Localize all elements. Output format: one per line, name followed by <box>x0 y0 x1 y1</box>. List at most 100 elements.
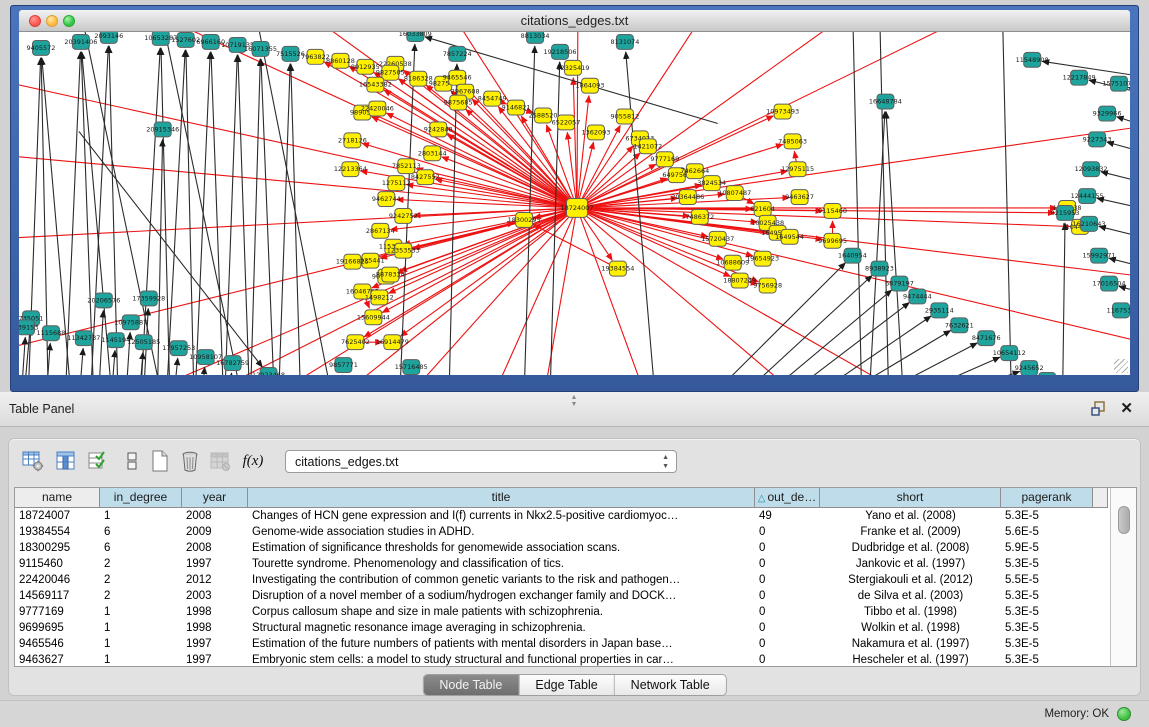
node-6879197[interactable]: 6879197 <box>885 276 914 291</box>
edge[interactable] <box>743 303 910 375</box>
table-select-icon[interactable] <box>86 448 112 474</box>
column-header-short[interactable]: short <box>820 488 1001 508</box>
selected-node-19654923[interactable]: 19654923 <box>746 251 779 266</box>
node-12093832[interactable]: 12093832 <box>1075 162 1108 177</box>
node-12217849[interactable]: 12217849 <box>1063 70 1096 85</box>
node-10975887[interactable]: 10975887 <box>114 315 147 330</box>
node-11342737[interactable]: 11342737 <box>67 331 100 346</box>
node-16033809[interactable]: 16033809 <box>399 32 432 41</box>
edge[interactable] <box>226 373 232 375</box>
node-2093146[interactable]: 2093146 <box>94 32 123 43</box>
network-window-titlebar[interactable]: citations_edges.txt <box>19 10 1130 32</box>
selected-node-2718126[interactable]: 2718126 <box>338 133 367 148</box>
table-row[interactable]: 911546021997Tourette syndrome. Phenomeno… <box>15 556 1110 572</box>
node-15992971[interactable]: 15992971 <box>1083 248 1116 263</box>
selected-node-9462744[interactable]: 9462744 <box>372 192 401 207</box>
column-header-in_degree[interactable]: in_degree <box>100 488 182 508</box>
node-7857224[interactable]: 7857224 <box>443 46 472 61</box>
table-column-icon[interactable] <box>53 448 79 474</box>
selected-node-19384554[interactable]: 19384554 <box>601 261 634 276</box>
edge[interactable] <box>705 275 872 375</box>
selected-edge[interactable] <box>59 208 577 375</box>
node-16648784[interactable]: 16648784 <box>869 94 902 109</box>
node-12505185[interactable]: 12505185 <box>127 335 160 350</box>
edge[interactable] <box>1101 172 1130 191</box>
edge[interactable] <box>1097 198 1130 216</box>
selected-node-9242752[interactable]: 9242752 <box>389 208 418 223</box>
selected-node-9115460[interactable]: 9115460 <box>818 204 847 219</box>
selected-edge[interactable] <box>577 32 1017 208</box>
selected-node-7625402[interactable]: 7625402 <box>341 335 370 350</box>
function-builder-icon[interactable]: f(x) <box>238 448 268 474</box>
node-1167533[interactable]: 1167533 <box>1107 303 1130 318</box>
selected-node-9055812[interactable]: 9055812 <box>610 109 639 124</box>
selected-edge[interactable] <box>573 78 577 208</box>
edge[interactable] <box>1099 226 1130 245</box>
edge[interactable] <box>161 48 171 375</box>
edge[interactable] <box>852 32 862 375</box>
column-header-title[interactable]: title <box>248 488 755 508</box>
scrollbar-thumb[interactable] <box>1118 506 1130 534</box>
table-selector-dropdown[interactable]: citations_edges.txt ▲▼ <box>285 450 677 473</box>
close-panel-icon[interactable]: ✕ <box>1120 399 1133 417</box>
column-header-year[interactable]: year <box>182 488 248 508</box>
network-canvas[interactable]: 1872400718300295193845547963822886012889… <box>19 32 1130 375</box>
node-15716485[interactable]: 15716485 <box>395 360 428 375</box>
node-20391406[interactable]: 20391406 <box>64 34 97 49</box>
selected-node-9756928[interactable]: 9756928 <box>753 278 782 293</box>
edge[interactable] <box>1062 223 1065 375</box>
edge[interactable] <box>238 55 251 375</box>
table-row[interactable]: 946554611997Estimation of the future num… <box>15 636 1110 652</box>
edge[interactable] <box>19 337 25 375</box>
rows-icon[interactable] <box>119 448 145 474</box>
column-header-pagerank[interactable]: pagerank <box>1001 488 1093 508</box>
node-9329966[interactable]: 9329966 <box>1093 106 1122 121</box>
edge[interactable] <box>812 343 978 375</box>
edge[interactable] <box>278 64 291 375</box>
node-9857771[interactable]: 9857771 <box>329 358 358 373</box>
table-row[interactable]: 969969511998Structural magnetic resonanc… <box>15 620 1110 636</box>
table-row[interactable]: 2242004622012Investigating the contribut… <box>15 572 1110 588</box>
node-1145194[interactable]: 1145194 <box>101 333 130 348</box>
new-column-icon[interactable] <box>147 448 173 474</box>
selected-node-621604[interactable]: 621604 <box>750 202 775 217</box>
node-1640954[interactable]: 1640954 <box>838 248 867 263</box>
column-header-filler[interactable] <box>1093 488 1108 508</box>
selected-node-15609944[interactable]: 15609944 <box>357 310 390 325</box>
selected-node-12213364[interactable]: 12213364 <box>334 162 367 177</box>
selected-node-7485063[interactable]: 7485063 <box>778 134 807 149</box>
pane-divider-grip[interactable]: ▲▼ <box>567 394 581 401</box>
delete-column-icon[interactable] <box>177 448 203 474</box>
selected-edge[interactable] <box>577 96 589 208</box>
edge[interactable] <box>1002 32 1012 375</box>
node-9405572[interactable]: 9405572 <box>27 40 56 55</box>
edge[interactable] <box>765 316 931 375</box>
selected-node-7852113[interactable]: 7852113 <box>392 159 421 174</box>
table-row[interactable]: 1872400712008Changes of HCN gene express… <box>15 508 1110 524</box>
edge[interactable] <box>1119 286 1130 302</box>
node-8938923[interactable]: 8938923 <box>865 261 894 276</box>
edge[interactable] <box>250 59 261 375</box>
edge[interactable] <box>261 59 276 375</box>
edge[interactable] <box>1117 117 1130 137</box>
node-8813034[interactable]: 8813034 <box>521 32 550 43</box>
selected-node-9699695[interactable]: 9699695 <box>818 233 847 248</box>
table-row[interactable]: 1456911722003Disruption of a novel membe… <box>15 588 1110 604</box>
selected-node-10688609[interactable]: 10688609 <box>716 255 749 270</box>
node-17016504[interactable]: 17016504 <box>1093 276 1126 291</box>
node-1115688[interactable]: 1115688 <box>37 326 66 341</box>
edge[interactable] <box>1107 142 1130 161</box>
edge[interactable] <box>186 50 195 375</box>
selected-edge[interactable] <box>533 224 618 268</box>
edge[interactable] <box>725 290 892 375</box>
edge[interactable] <box>785 330 951 375</box>
node-20915346[interactable]: 20915346 <box>146 122 179 137</box>
delete-table-icon[interactable] <box>207 448 233 474</box>
node-15751074[interactable]: 15751074 <box>1103 76 1130 91</box>
table-row[interactable]: 946362711997Embryonic stem cells: a mode… <box>15 652 1110 666</box>
edge[interactable] <box>194 52 211 375</box>
node-19218506[interactable]: 19218506 <box>544 44 577 59</box>
column-header-name[interactable]: name <box>15 488 100 508</box>
float-panel-icon[interactable] <box>1091 401 1107 417</box>
selected-node-2867134[interactable]: 2867134 <box>366 223 395 238</box>
